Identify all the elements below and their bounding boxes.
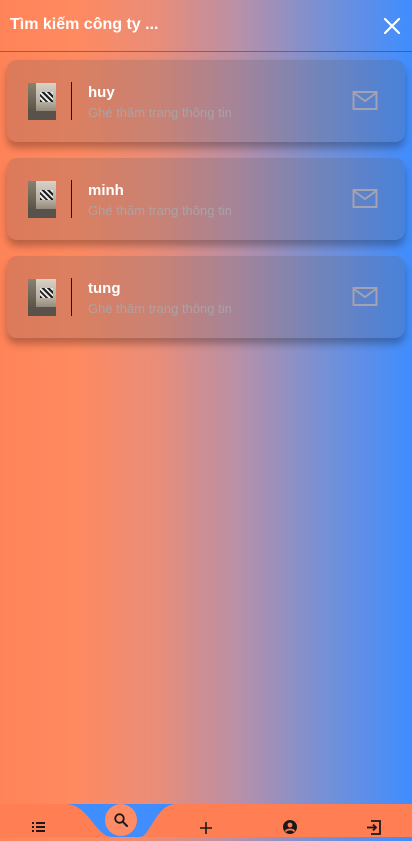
company-visit-link[interactable]: Ghé thăm trang thông tin — [88, 105, 232, 120]
company-name: huy — [88, 84, 115, 101]
divider — [71, 180, 72, 218]
close-button[interactable] — [380, 14, 404, 38]
nav-list-button[interactable] — [26, 816, 50, 836]
search-icon — [114, 813, 128, 827]
logout-icon — [367, 820, 381, 835]
company-visit-link[interactable]: Ghé thăm trang thông tin — [88, 203, 232, 218]
mail-icon[interactable] — [352, 188, 378, 210]
add-icon — [200, 822, 212, 834]
close-icon — [383, 17, 401, 35]
nav-account-button[interactable] — [278, 816, 302, 836]
nav-search-button[interactable] — [105, 804, 137, 836]
company-list: huy Ghé thăm trang thông tin minh Ghé th… — [7, 60, 405, 354]
nav-logout-button[interactable] — [362, 816, 386, 836]
mail-icon[interactable] — [352, 286, 378, 308]
nav-add-button[interactable] — [194, 816, 218, 836]
divider — [71, 278, 72, 316]
company-avatar — [28, 279, 56, 316]
company-card[interactable]: minh Ghé thăm trang thông tin — [7, 158, 405, 240]
company-card[interactable]: huy Ghé thăm trang thông tin — [7, 60, 405, 142]
list-icon — [32, 822, 45, 832]
bottom-nav — [0, 804, 412, 837]
company-name: minh — [88, 182, 124, 199]
company-visit-link[interactable]: Ghé thăm trang thông tin — [88, 301, 232, 316]
divider — [71, 82, 72, 120]
company-avatar — [28, 83, 56, 120]
account-icon — [283, 820, 297, 834]
page-title: Tìm kiếm công ty ... — [10, 16, 159, 33]
company-card[interactable]: tung Ghé thăm trang thông tin — [7, 256, 405, 338]
app-bar: Tìm kiếm công ty ... — [0, 0, 412, 52]
mail-icon[interactable] — [352, 90, 378, 112]
company-avatar — [28, 181, 56, 218]
company-name: tung — [88, 280, 121, 297]
